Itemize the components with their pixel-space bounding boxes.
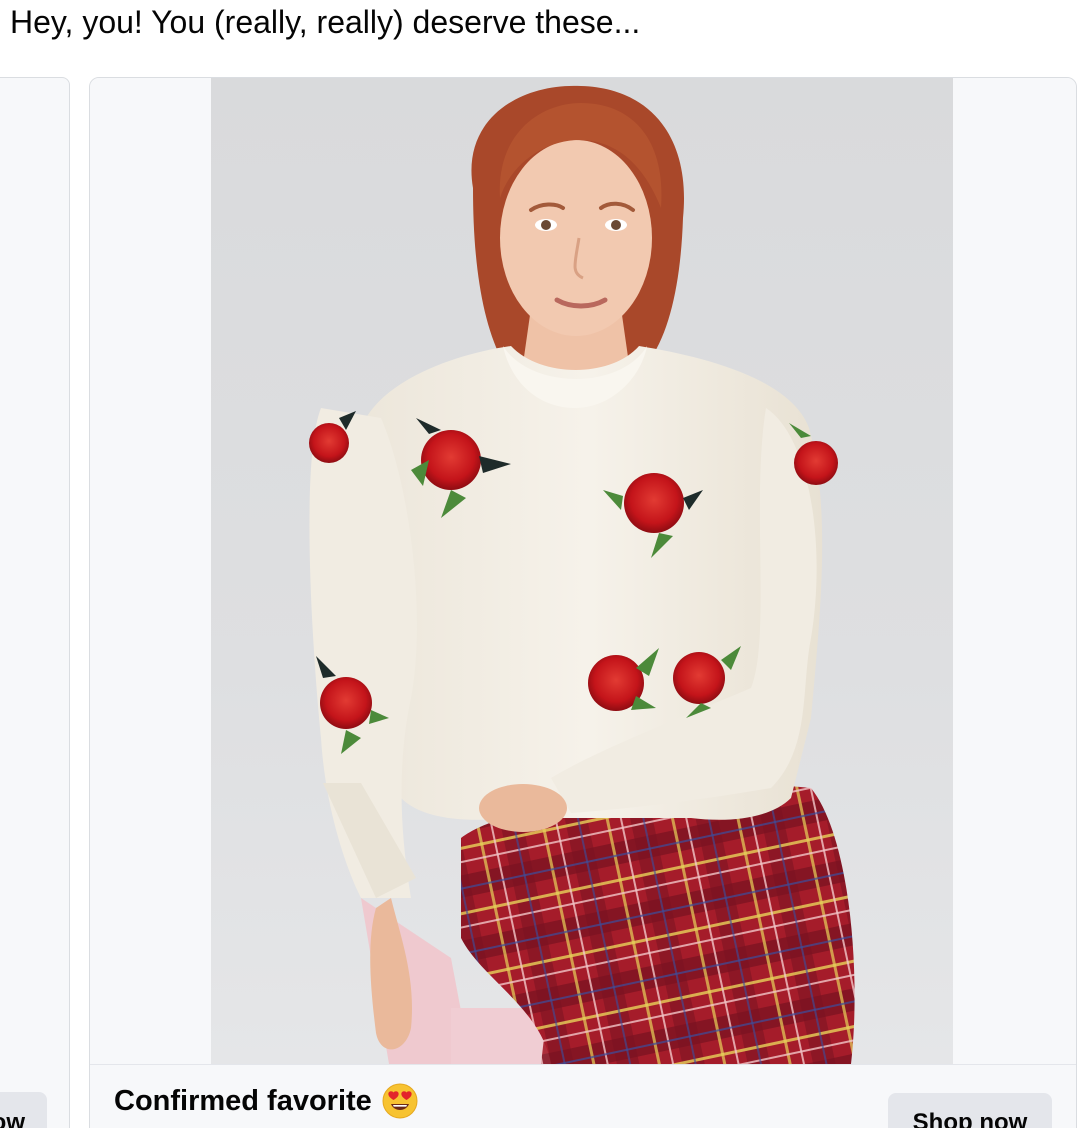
- post-headline: Hey, you! You (really, really) deserve t…: [10, 4, 641, 40]
- heart-eyes-emoji-icon: [382, 1083, 418, 1119]
- model-illustration: [309, 85, 855, 1064]
- card-title[interactable]: Confirmed favorite: [114, 1083, 418, 1119]
- carousel-card[interactable]: Confirmed favorite Shop now: [89, 77, 1077, 1128]
- previous-card-button[interactable]: ow: [0, 1092, 47, 1128]
- shop-now-button[interactable]: Shop now: [888, 1093, 1052, 1128]
- carousel-card-previous[interactable]: ow: [0, 77, 70, 1128]
- card-title-text: Confirmed favorite: [114, 1084, 372, 1117]
- product-photo[interactable]: [211, 78, 953, 1064]
- card-footer: Confirmed favorite Shop now: [90, 1064, 1076, 1128]
- card-media[interactable]: [90, 78, 1076, 1064]
- ad-post: Hey, you! You (really, really) deserve t…: [0, 0, 1089, 1128]
